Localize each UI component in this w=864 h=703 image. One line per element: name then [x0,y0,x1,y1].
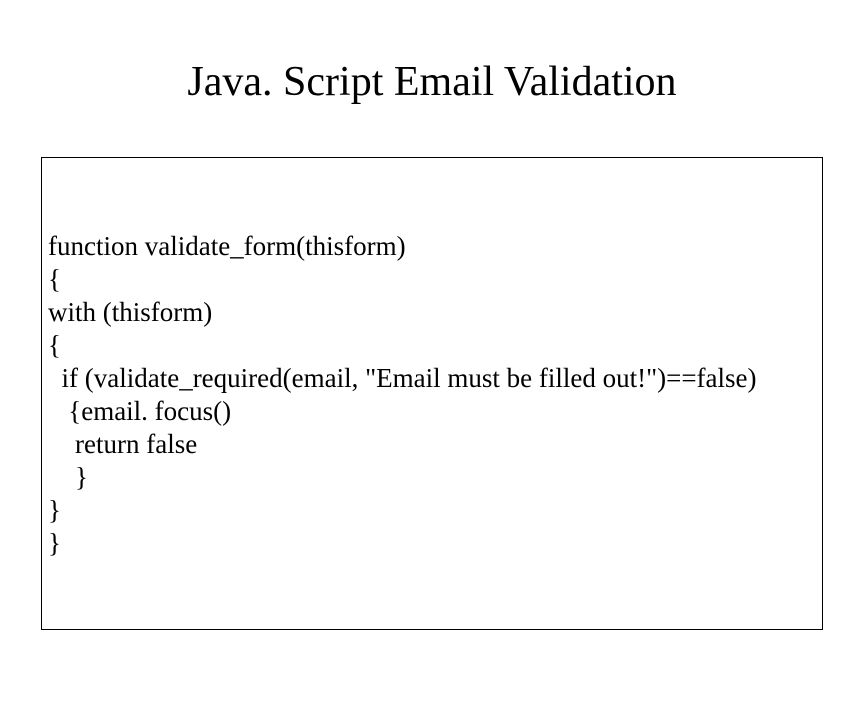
code-line: } [48,527,822,560]
code-line: with (thisform) [48,296,822,329]
code-line: function validate_form(thisform) [48,230,822,263]
code-line: { [48,329,822,362]
slide: Java. Script Email Validation function v… [0,0,864,703]
code-line: } [48,461,822,494]
code-box: function validate_form(thisform) { with … [41,157,823,630]
code-line: {email. focus() [48,395,822,428]
code-line: if (validate_required(email, "Email must… [48,362,822,395]
code-line: return false [48,428,822,461]
slide-title: Java. Script Email Validation [0,58,864,106]
code-line: { [48,263,822,296]
code-line: } [48,494,822,527]
